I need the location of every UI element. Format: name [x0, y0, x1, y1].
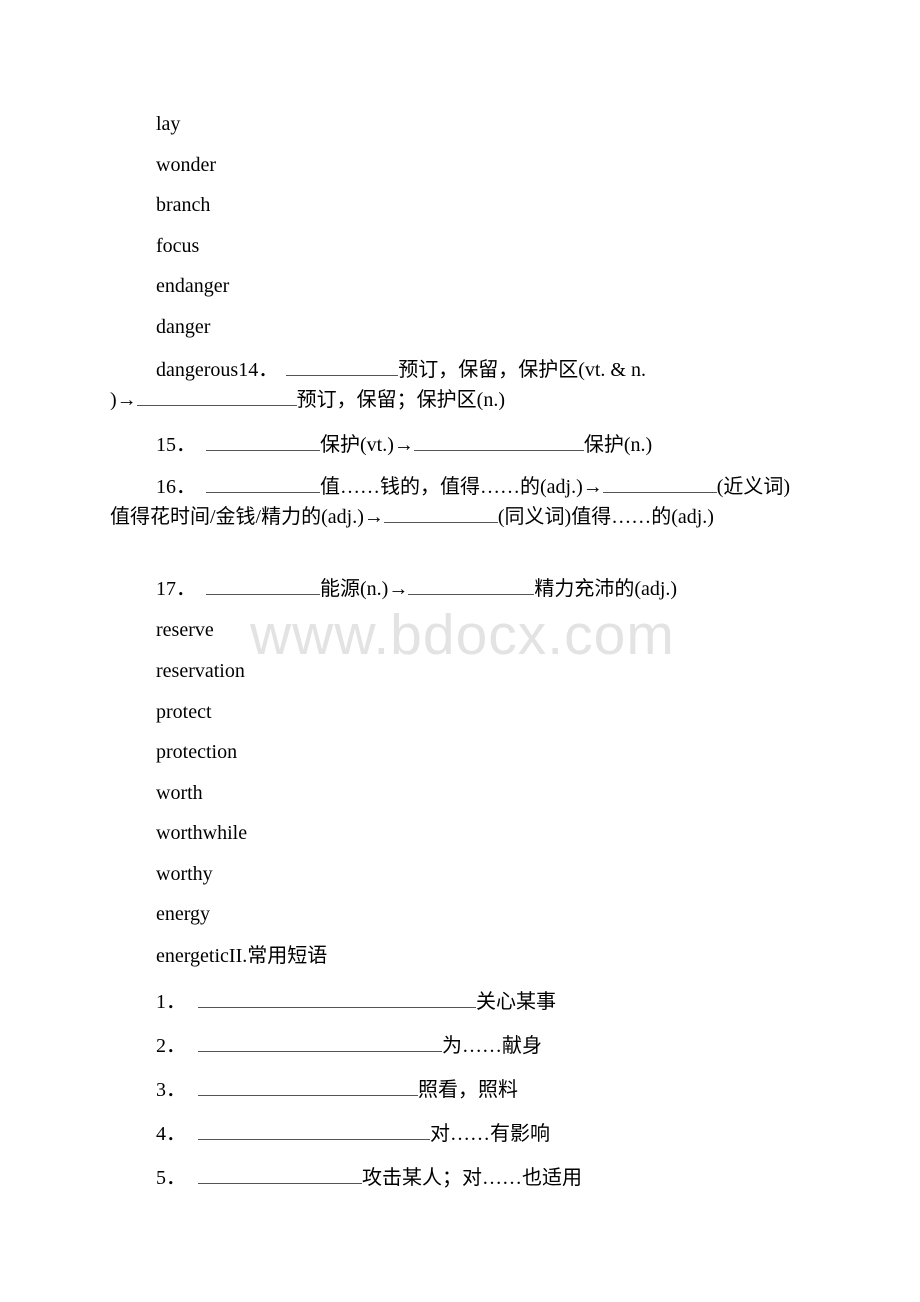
item-number: 16．: [156, 476, 196, 498]
word-item: reservation: [156, 660, 245, 682]
answer-blank[interactable]: [198, 1163, 362, 1184]
answer-blank[interactable]: [198, 987, 476, 1008]
answer-blank[interactable]: [206, 430, 320, 451]
item-number: 4．: [156, 1123, 186, 1145]
answer-blank[interactable]: [413, 430, 584, 451]
phrase-meaning: 攻击某人；对……也适用: [362, 1167, 582, 1189]
exercise-item-16: 16． 值……钱的，值得……的(adj.)→ (近义词)值得花时间/金钱/精力的(a…: [110, 472, 800, 532]
item-text: (同义词)值得……的(adj.): [497, 506, 714, 528]
phrase-meaning: 为……献身: [442, 1035, 542, 1057]
word-item: worth: [156, 782, 203, 804]
answer-blank[interactable]: [198, 1119, 430, 1140]
answer-blank[interactable]: [198, 1031, 442, 1052]
item-text: 精力充沛的(adj.): [534, 578, 678, 600]
answer-blank[interactable]: [408, 574, 535, 595]
answer-blank[interactable]: [136, 385, 297, 406]
phrase-item: 2． 为……献身: [156, 1031, 542, 1058]
item-number: 17．: [156, 578, 196, 600]
phrase-item: 5． 攻击某人；对……也适用: [156, 1163, 582, 1190]
item-lead: dangerous14．: [156, 359, 279, 381]
phrase-meaning: 对……有影响: [430, 1123, 550, 1145]
item-number: 15．: [156, 434, 196, 456]
word-item: reserve: [156, 619, 214, 641]
phrase-meaning: 照看，照料: [418, 1079, 518, 1101]
phrase-meaning: 关心某事: [476, 991, 556, 1013]
word-item: endanger: [156, 275, 230, 297]
item-text: 预订，保留；保护区(n.): [296, 389, 505, 411]
answer-blank[interactable]: [286, 355, 399, 376]
word-item: danger: [156, 316, 211, 338]
word-item: protection: [156, 741, 238, 763]
item-text: 保护(vt.)→: [320, 434, 414, 456]
word-item: focus: [156, 235, 200, 257]
item-text: 预订，保留，保护区(vt. & n.: [398, 359, 646, 381]
phrase-item: 4． 对……有影响: [156, 1119, 550, 1146]
answer-blank[interactable]: [206, 472, 320, 493]
item-number: 5．: [156, 1167, 186, 1189]
watermark: www.bdocx.com: [250, 603, 675, 667]
document-page: www.bdocx.com lay wonder branch focus en…: [0, 0, 920, 1302]
exercise-item-17: 17． 能源(n.)→ 精力充沛的(adj.): [110, 574, 800, 604]
exercise-item-15: 15． 保护(vt.)→ 保护(n.): [110, 430, 800, 460]
item-text: )→: [110, 389, 137, 411]
word-item: energy: [156, 903, 211, 925]
item-text: 值……钱的，值得……的(adj.)→: [320, 476, 603, 498]
word-item: worthwhile: [156, 822, 248, 844]
answer-blank[interactable]: [602, 472, 717, 493]
item-text: 能源(n.)→: [320, 578, 409, 600]
exercise-item-14: dangerous14． 预订，保留，保护区(vt. & n. )→ 预订，保留；保护…: [110, 355, 800, 415]
answer-blank[interactable]: [198, 1075, 418, 1096]
answer-blank[interactable]: [383, 502, 498, 523]
word-item: lay: [156, 113, 181, 135]
phrase-item: 1． 关心某事: [156, 987, 556, 1014]
item-text: 保护(n.): [583, 434, 653, 456]
item-number: 3．: [156, 1079, 186, 1101]
word-item: worthy: [156, 863, 213, 885]
item-number: 2．: [156, 1035, 186, 1057]
word-item: branch: [156, 194, 211, 216]
answer-blank[interactable]: [206, 574, 320, 595]
word-item: wonder: [156, 154, 216, 176]
word-item: protect: [156, 701, 212, 723]
item-number: 1．: [156, 991, 186, 1013]
phrase-item: 3． 照看，照料: [156, 1075, 518, 1102]
section-heading: energeticII.常用短语: [156, 945, 328, 967]
